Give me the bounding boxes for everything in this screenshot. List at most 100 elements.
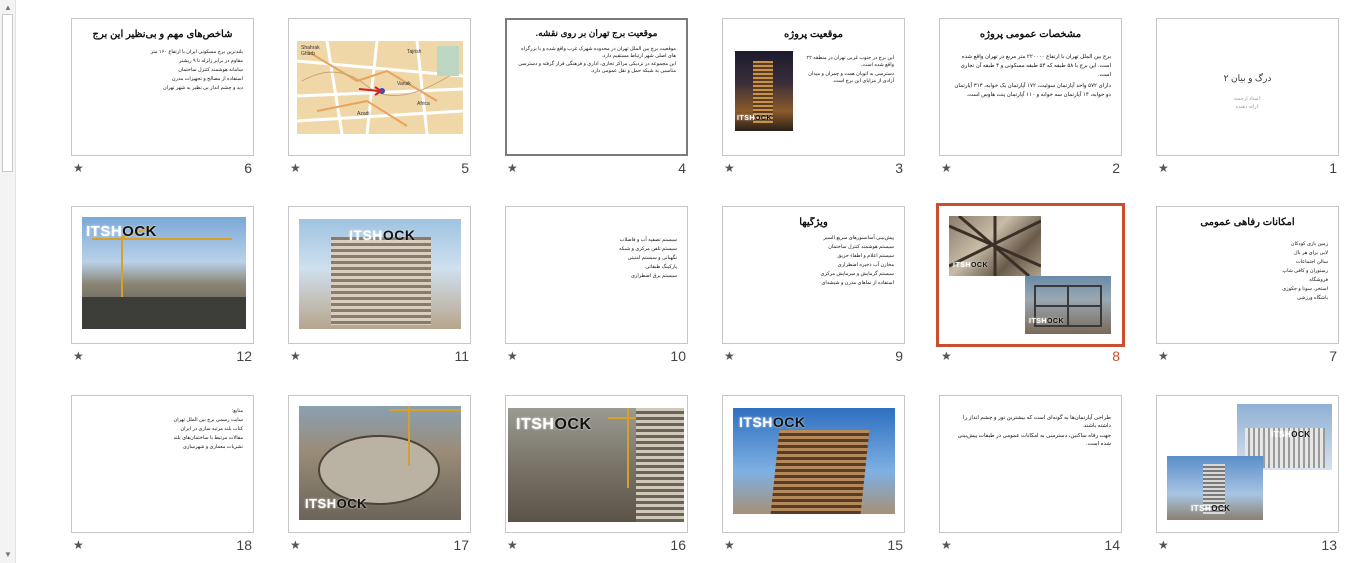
slide-12[interactable]: ITSHOCK ★ 12 xyxy=(71,206,254,364)
animation-star-icon: ★ xyxy=(290,349,301,363)
bullet: سایت رسمی برج بین الملل تهران xyxy=(173,417,243,423)
bullet: سیستم گرمایش و سرمایش مرکزی xyxy=(820,271,894,277)
bullet: دسترسی به اتوبان همت و چمران و میدان آزا… xyxy=(808,71,894,84)
slide-number: 5 xyxy=(461,160,469,176)
animation-star-icon: ★ xyxy=(724,349,735,363)
slide-thumbnail[interactable]: ITSHOCK xyxy=(722,395,905,533)
bullet: سیستم تلفن مرکزی و شبکه xyxy=(619,246,677,252)
slide-thumbnail[interactable]: ITSHOCK ITSHOCK xyxy=(1156,395,1339,533)
slide-15[interactable]: ITSHOCK ★ 15 xyxy=(722,395,905,553)
animation-star-icon: ★ xyxy=(73,161,84,175)
slide-1[interactable]: درگ و بیان ۲ استاد ارجمند: ارائه دهنده: … xyxy=(1156,18,1339,176)
slide-6[interactable]: شاخص‌های مهم و بی‌نظیر این برج بلندترین … xyxy=(71,18,254,176)
slide-thumbnail[interactable]: سیستم تصفیه آب و فاضلاب سیستم تلفن مرکزی… xyxy=(505,206,688,344)
slide-title: موقعیت پروژه xyxy=(784,29,843,40)
slide-number: 1 xyxy=(1329,160,1337,176)
slide-8[interactable]: ITSHOCK ITSHOCK ★ 8 xyxy=(936,203,1125,364)
slide-17[interactable]: ITSHOCK ★ 17 xyxy=(288,395,471,553)
slide-9[interactable]: ویژگیها پیش‌بینی آسانسورهای سریع السیر س… xyxy=(722,206,905,364)
subtitle-line: ارائه دهنده: xyxy=(1235,104,1260,110)
vertical-scrollbar[interactable]: ▲ ▼ xyxy=(0,0,16,563)
watermark: ITSHOCK xyxy=(739,414,806,430)
slide-sorter-grid: درگ و بیان ۲ استاد ارجمند: ارائه دهنده: … xyxy=(16,0,1366,563)
animation-star-icon: ★ xyxy=(1158,538,1169,552)
bullet: استخر، سونا و جکوزی xyxy=(1282,286,1328,292)
animation-star-icon: ★ xyxy=(290,161,301,175)
slide-18[interactable]: منابع: سایت رسمی برج بین الملل تهران کتا… xyxy=(71,395,254,553)
slide-thumbnail[interactable]: طراحی آپارتمان‌ها به گونه‌ای است که بیشت… xyxy=(939,395,1122,533)
slide-thumbnail[interactable]: ITSHOCK xyxy=(505,395,688,533)
slide-11[interactable]: ITSHOCK ★ 11 xyxy=(288,206,471,364)
animation-star-icon: ★ xyxy=(724,161,735,175)
subtitle-line: استاد ارجمند: xyxy=(1233,96,1262,102)
tower-photo: ITSHOCK xyxy=(1167,456,1263,520)
slide-2[interactable]: مشخصات عمومی پروژه برج بین الملل تهران ب… xyxy=(939,18,1122,176)
scroll-thumb[interactable] xyxy=(2,14,13,172)
bullet: برج بین الملل تهران با ارتفاع ۲۲۰۰۰۰ متر… xyxy=(960,54,1111,78)
tower-night-photo: ITSHOCK xyxy=(735,51,793,131)
slide-thumbnail[interactable]: ITSHOCK ITSHOCK xyxy=(936,203,1125,347)
bullet: سیستم تصفیه آب و فاضلاب xyxy=(619,237,677,243)
animation-star-icon: ★ xyxy=(941,161,952,175)
slide-14[interactable]: طراحی آپارتمان‌ها به گونه‌ای است که بیشت… xyxy=(939,395,1122,553)
slide-number: 6 xyxy=(244,160,252,176)
slide-thumbnail[interactable]: منابع: سایت رسمی برج بین الملل تهران کتا… xyxy=(71,395,254,533)
slide-thumbnail[interactable]: ITSHOCK xyxy=(71,206,254,344)
slide-body: این برج در جنوب غربی تهران در منطقه ۲۲ و… xyxy=(799,55,894,87)
bullet: دید و چشم انداز بی نظیر به شهر تهران xyxy=(162,85,243,91)
bullet: منابع: xyxy=(231,408,243,414)
slide-4[interactable]: موقعیت برج تهران بر روی نقشه. موقعیت برج… xyxy=(505,18,688,176)
scroll-down-arrow-icon[interactable]: ▼ xyxy=(4,550,12,560)
slide-thumbnail[interactable]: ITSHOCK xyxy=(288,206,471,344)
slide-number: 4 xyxy=(678,160,686,176)
city-aerial-photo: ITSHOCK xyxy=(508,408,684,522)
watermark: ITSHOCK xyxy=(86,223,158,240)
slide-16[interactable]: ITSHOCK ★ 16 xyxy=(505,395,688,553)
bullet: مقاوم در برابر زلزله تا ۹ ریشتر xyxy=(179,58,243,64)
slide-thumbnail[interactable]: Shahrak Gharb Azadi Africa Tajrish Vanak xyxy=(288,18,471,156)
watermark: ITSHOCK xyxy=(1191,504,1231,513)
slide-number: 11 xyxy=(454,348,469,364)
bullet: دارای ۵۷۲ واحد آپارتمان سوئیت، ۱۷۲ آپارت… xyxy=(954,83,1111,98)
tower-photo: ITSHOCK xyxy=(733,408,895,514)
animation-star-icon: ★ xyxy=(73,538,84,552)
slide-number: 7 xyxy=(1329,348,1337,364)
bullet: طراحی آپارتمان‌ها به گونه‌ای است که بیشت… xyxy=(963,415,1111,429)
animation-star-icon: ★ xyxy=(1158,161,1169,175)
bullet: پارکینگ طبقاتی xyxy=(645,264,677,270)
bullet: این مجموعه در نزدیکی مراکز تجاری، اداری … xyxy=(518,61,676,74)
slide-thumbnail[interactable]: موقعیت برج تهران بر روی نقشه. موقعیت برج… xyxy=(505,18,688,156)
bullet: سامانه هوشمند کنترل ساختمان xyxy=(178,67,243,73)
slide-thumbnail[interactable]: مشخصات عمومی پروژه برج بین الملل تهران ب… xyxy=(939,18,1122,156)
bullet: نگهبانی و سیستم امنیتی xyxy=(627,255,677,261)
slide-thumbnail[interactable]: درگ و بیان ۲ استاد ارجمند: ارائه دهنده: xyxy=(1156,18,1339,156)
slide-13[interactable]: ITSHOCK ITSHOCK ★ 13 xyxy=(1156,395,1339,553)
slide-number: 16 xyxy=(670,537,686,553)
crane-photo: ITSHOCK xyxy=(82,217,246,329)
animation-star-icon: ★ xyxy=(290,538,301,552)
slide-thumbnail[interactable]: موقعیت پروژه ITSHOCK این برج در جنوب غرب… xyxy=(722,18,905,156)
bullet: موقعیت برج بین الملل تهران در محدوده شهر… xyxy=(521,46,676,59)
map-image: Shahrak Gharb Azadi Africa Tajrish Vanak xyxy=(297,41,463,134)
bullet: لابی برای هر بال xyxy=(1294,250,1328,256)
scroll-up-arrow-icon[interactable]: ▲ xyxy=(4,3,12,13)
watermark: ITSHOCK xyxy=(1029,318,1065,325)
bullet: سالن اجتماعات xyxy=(1295,259,1328,265)
slide-number: 10 xyxy=(670,348,686,364)
slide-thumbnail[interactable]: ویژگیها پیش‌بینی آسانسورهای سریع السیر س… xyxy=(722,206,905,344)
slide-title: درگ و بیان ۲ xyxy=(1223,73,1272,83)
watermark: ITSHOCK xyxy=(349,227,416,243)
slide-10[interactable]: سیستم تصفیه آب و فاضلاب سیستم تلفن مرکزی… xyxy=(505,206,688,364)
bullet: استفاده از نماهای مدرن و شیشه‌ای xyxy=(821,280,894,286)
animation-star-icon: ★ xyxy=(507,538,518,552)
slide-number: 17 xyxy=(453,537,469,553)
slide-thumbnail[interactable]: شاخص‌های مهم و بی‌نظیر این برج بلندترین … xyxy=(71,18,254,156)
construction-site-photo: ITSHOCK xyxy=(299,406,461,520)
slide-3[interactable]: موقعیت پروژه ITSHOCK این برج در جنوب غرب… xyxy=(722,18,905,176)
animation-star-icon: ★ xyxy=(941,349,952,363)
slide-7[interactable]: امکانات رفاهی عمومی زمین بازی کودکان لاب… xyxy=(1156,206,1339,364)
slide-thumbnail[interactable]: امکانات رفاهی عمومی زمین بازی کودکان لاب… xyxy=(1156,206,1339,344)
slide-thumbnail[interactable]: ITSHOCK xyxy=(288,395,471,533)
tower-construction-photo: ITSHOCK xyxy=(299,219,461,329)
slide-5[interactable]: Shahrak Gharb Azadi Africa Tajrish Vanak… xyxy=(288,18,471,176)
